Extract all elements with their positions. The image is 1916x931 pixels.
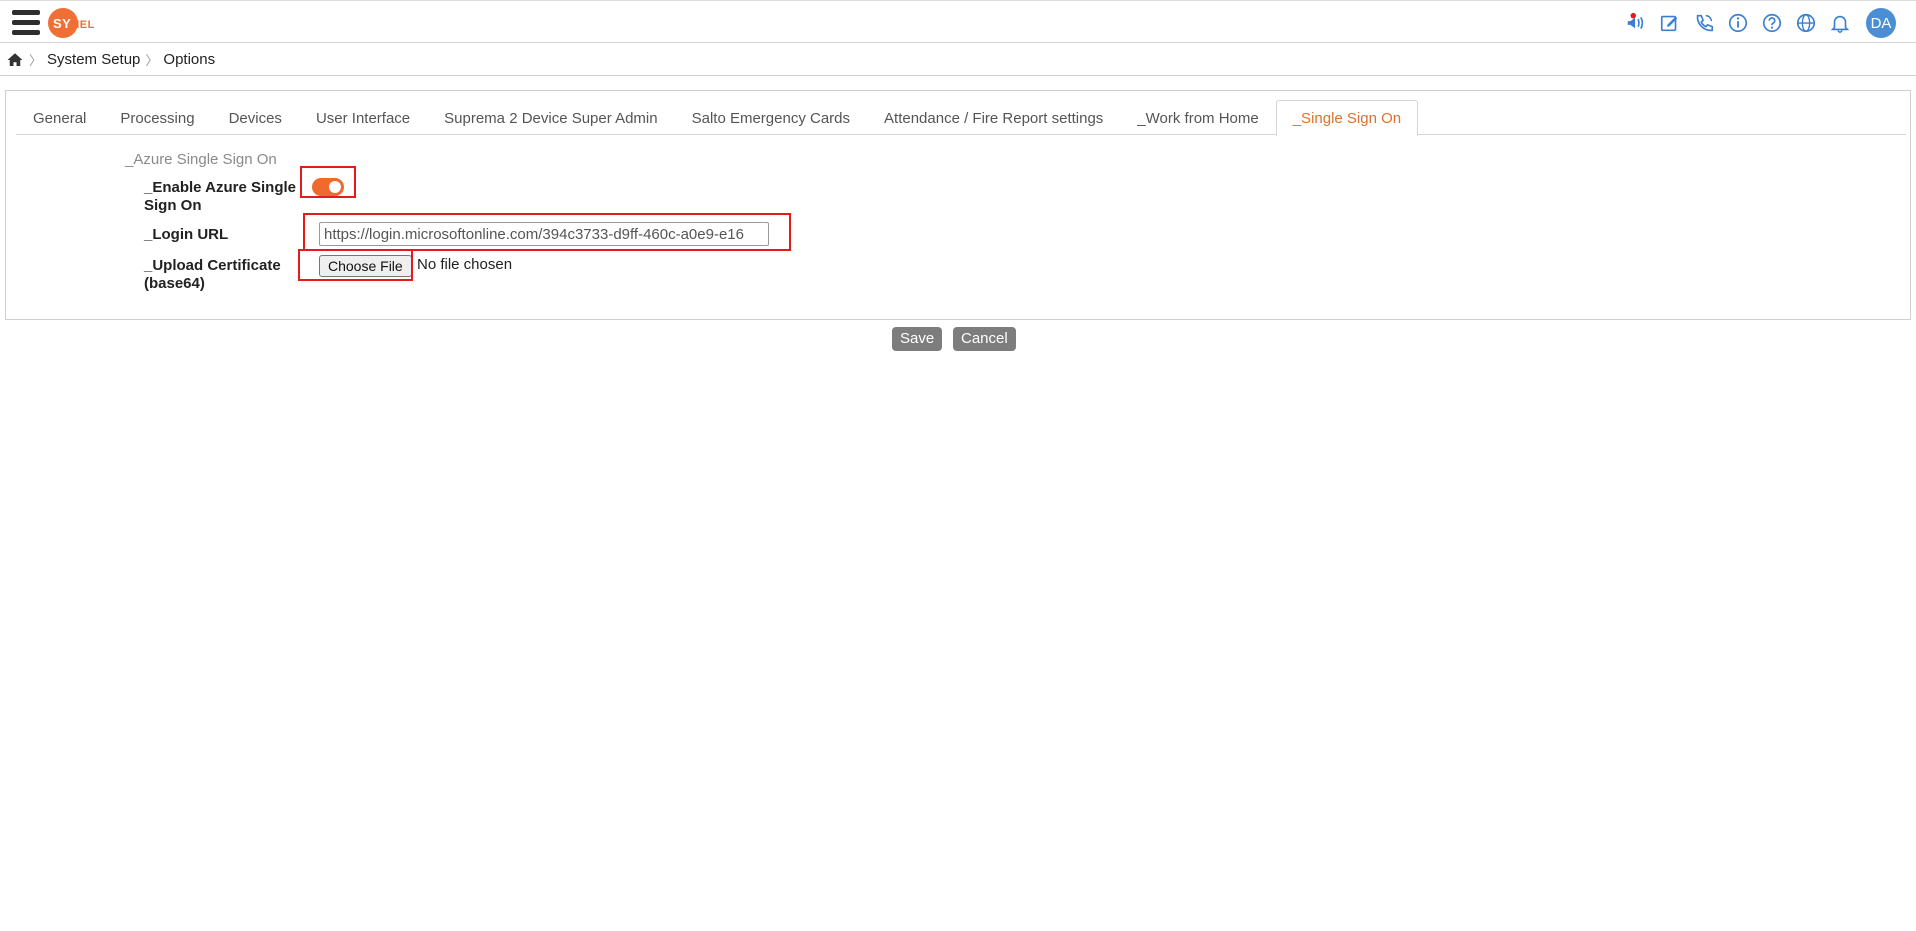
file-status-text: No file chosen [417,256,513,273]
section-title-azure-sso: _Azure Single Sign On [125,151,277,168]
login-url-label: _Login URL [144,226,229,243]
edit-note-icon[interactable] [1658,11,1682,35]
tab-single-sign-on[interactable]: _Single Sign On [1275,100,1419,136]
enable-azure-sso-toggle[interactable] [312,178,344,196]
tab-user-interface[interactable]: User Interface [299,100,427,135]
breadcrumb-separator-icon: 〉 [29,53,43,68]
save-button[interactable]: Save [892,327,943,351]
tab-processing[interactable]: Processing [103,100,211,135]
tab-devices[interactable]: Devices [212,100,299,135]
toggle-knob [329,181,341,193]
enable-azure-sso-label: _Enable Azure Single Sign On [144,179,296,214]
upload-certificate-label: _Upload Certificate (base64) [144,257,281,292]
tab-general[interactable]: General [16,100,103,135]
cancel-button[interactable]: Cancel [953,327,1016,351]
tab-work-from-home[interactable]: _Work from Home [1120,100,1275,135]
synel-logo[interactable]: SYNEL [48,7,98,39]
top-bar: SYNEL DA [0,0,1916,43]
breadcrumb-separator-icon: 〉 [145,53,159,68]
tab-salto-emergency-cards[interactable]: Salto Emergency Cards [675,100,867,135]
phone-icon[interactable] [1692,11,1716,35]
home-icon[interactable] [6,51,24,69]
announcement-icon[interactable] [1624,11,1648,35]
bell-icon[interactable] [1828,11,1852,35]
logo-text: SY [53,16,72,31]
breadcrumb-item-system-setup[interactable]: System Setup [47,51,140,68]
login-url-input[interactable] [319,222,769,246]
logo-text-tail: NEL [71,19,95,31]
hamburger-menu-icon[interactable] [12,10,40,36]
choose-file-button[interactable]: Choose File [319,255,412,277]
avatar[interactable]: DA [1866,8,1896,38]
breadcrumb: 〉 System Setup 〉 Options [0,44,1916,76]
tab-suprema-super-admin[interactable]: Suprema 2 Device Super Admin [427,100,674,135]
info-icon[interactable] [1726,11,1750,35]
tab-bar: General Processing Devices User Interfac… [16,100,1906,136]
options-panel: General Processing Devices User Interfac… [5,90,1911,320]
header-icons: DA [1624,5,1896,41]
tab-attendance-fire-report[interactable]: Attendance / Fire Report settings [867,100,1120,135]
globe-icon[interactable] [1794,11,1818,35]
breadcrumb-item-options: Options [163,51,216,68]
help-icon[interactable] [1760,11,1784,35]
